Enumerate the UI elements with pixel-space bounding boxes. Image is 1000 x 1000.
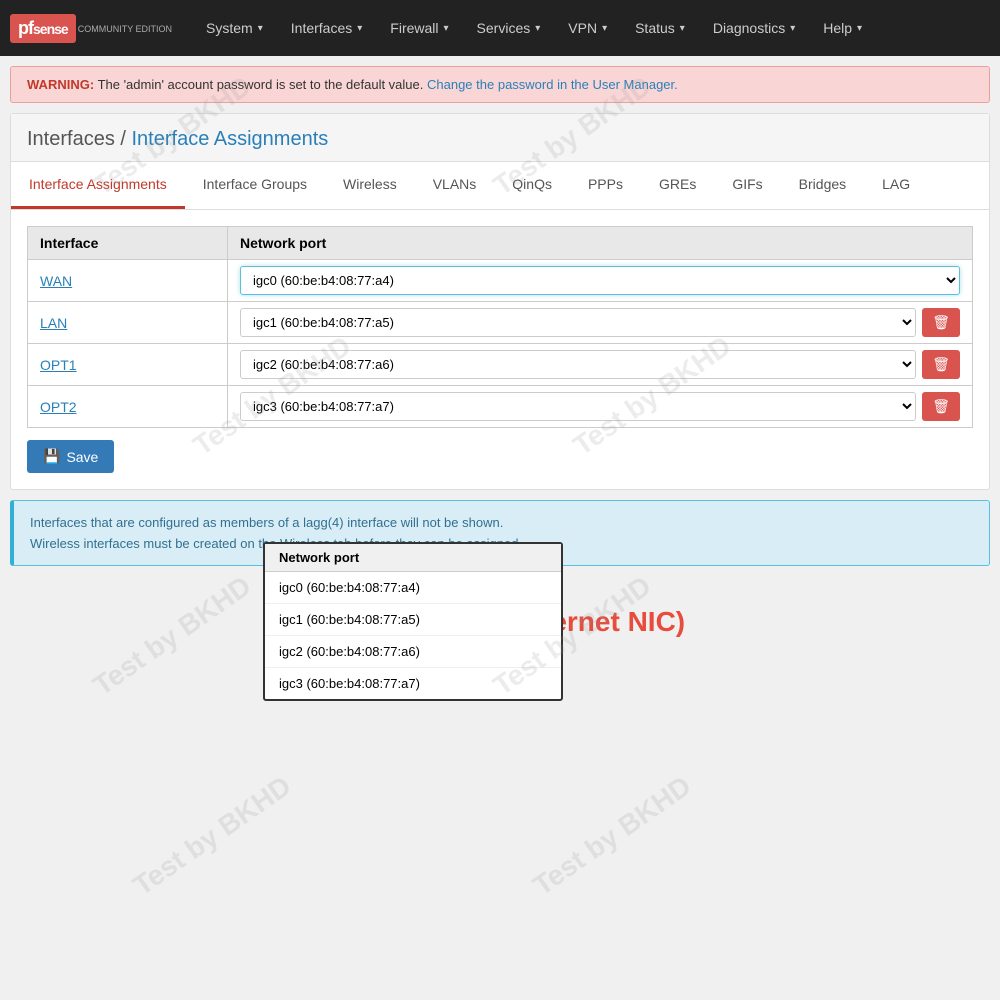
brand-sub: COMMUNITY EDITION: [78, 25, 172, 34]
table-area: Interface Network port WAN igc0 (60:be:b…: [11, 210, 989, 489]
tabs-area: Interface Assignments Interface Groups W…: [11, 162, 989, 210]
tab-gifs[interactable]: GIFs: [714, 162, 780, 209]
interface-wan-link[interactable]: WAN: [40, 273, 72, 289]
interface-opt2-link[interactable]: OPT2: [40, 399, 77, 415]
chevron-down-icon: ▾: [680, 23, 685, 34]
chevron-down-icon: ▾: [444, 23, 449, 34]
breadcrumb-separator: /: [115, 128, 132, 150]
table-row: WAN igc0 (60:be:b4:08:77:a4)igc1 (60:be:…: [28, 260, 973, 302]
opt1-port-cell: igc0 (60:be:b4:08:77:a4)igc1 (60:be:b4:0…: [240, 350, 960, 379]
dropdown-popup: Network port igc0 (60:be:b4:08:77:a4) ig…: [263, 542, 563, 701]
opt2-port-select[interactable]: igc0 (60:be:b4:08:77:a4)igc1 (60:be:b4:0…: [240, 392, 916, 421]
nav-services[interactable]: Services ▾: [463, 0, 555, 56]
lan-port-cell: igc0 (60:be:b4:08:77:a4)igc1 (60:be:b4:0…: [240, 308, 960, 337]
warning-bar: WARNING: The 'admin' account password is…: [10, 66, 990, 103]
opt1-port-select[interactable]: igc0 (60:be:b4:08:77:a4)igc1 (60:be:b4:0…: [240, 350, 916, 379]
dropdown-option-0[interactable]: igc0 (60:be:b4:08:77:a4): [265, 572, 561, 604]
tab-lag[interactable]: LAG: [864, 162, 928, 209]
wan-port-select[interactable]: igc0 (60:be:b4:08:77:a4)igc1 (60:be:b4:0…: [240, 266, 960, 295]
info-message-0: Interfaces that are configured as member…: [30, 515, 973, 530]
warning-text: The 'admin' account password is set to t…: [98, 77, 424, 92]
page-content: Interfaces / Interface Assignments Inter…: [10, 113, 990, 490]
interface-lan-link[interactable]: LAN: [40, 315, 67, 331]
nav-interfaces[interactable]: Interfaces ▾: [277, 0, 377, 56]
dropdown-popup-title: Network port: [265, 544, 561, 572]
tab-wireless[interactable]: Wireless: [325, 162, 415, 209]
save-icon: 💾: [43, 448, 60, 465]
interfaces-table: Interface Network port WAN igc0 (60:be:b…: [27, 226, 973, 428]
tab-ppps[interactable]: PPPs: [570, 162, 641, 209]
opt2-port-cell: igc0 (60:be:b4:08:77:a4)igc1 (60:be:b4:0…: [240, 392, 960, 421]
tab-bridges[interactable]: Bridges: [781, 162, 864, 209]
navbar: pfsense COMMUNITY EDITION System ▾ Inter…: [0, 0, 1000, 56]
tab-interface-groups[interactable]: Interface Groups: [185, 162, 325, 209]
chevron-down-icon: ▾: [258, 23, 263, 34]
dropdown-option-1[interactable]: igc1 (60:be:b4:08:77:a5): [265, 604, 561, 636]
pfsense-logo: pfsense: [10, 14, 76, 43]
nav-firewall[interactable]: Firewall ▾: [376, 0, 462, 56]
chevron-down-icon: ▾: [857, 23, 862, 34]
lan-port-select[interactable]: igc0 (60:be:b4:08:77:a4)igc1 (60:be:b4:0…: [240, 308, 916, 337]
warning-link[interactable]: Change the password in the User Manager.: [427, 77, 678, 92]
chevron-down-icon: ▾: [790, 23, 795, 34]
wan-port-cell: igc0 (60:be:b4:08:77:a4)igc1 (60:be:b4:0…: [240, 266, 960, 295]
pf-icon: pf: [18, 18, 33, 38]
dropdown-option-3[interactable]: igc3 (60:be:b4:08:77:a7): [265, 668, 561, 699]
lan-delete-button[interactable]: 🗑: [922, 308, 960, 337]
tab-vlans[interactable]: VLANs: [415, 162, 495, 209]
chevron-down-icon: ▾: [602, 23, 607, 34]
breadcrumb: Interfaces / Interface Assignments: [27, 128, 973, 161]
tab-gres[interactable]: GREs: [641, 162, 714, 209]
brand: pfsense COMMUNITY EDITION: [10, 14, 172, 43]
nav-help[interactable]: Help ▾: [809, 0, 876, 56]
nav-system[interactable]: System ▾: [192, 0, 277, 56]
save-label: Save: [66, 449, 98, 465]
save-button[interactable]: 💾 Save: [27, 440, 114, 473]
col-interface: Interface: [28, 227, 228, 260]
interface-opt1-link[interactable]: OPT1: [40, 357, 77, 373]
col-network-port: Network port: [228, 227, 973, 260]
nav-vpn[interactable]: VPN ▾: [554, 0, 621, 56]
dropdown-option-2[interactable]: igc2 (60:be:b4:08:77:a6): [265, 636, 561, 668]
breadcrumb-area: Interfaces / Interface Assignments: [11, 114, 989, 162]
table-row: OPT1 igc0 (60:be:b4:08:77:a4)igc1 (60:be…: [28, 344, 973, 386]
breadcrumb-current[interactable]: Interface Assignments: [132, 128, 329, 150]
tab-interface-assignments[interactable]: Interface Assignments: [11, 162, 185, 209]
tab-qinqs[interactable]: QinQs: [494, 162, 570, 209]
nav-status[interactable]: Status ▾: [621, 0, 699, 56]
breadcrumb-parent: Interfaces: [27, 128, 115, 150]
warning-prefix: WARNING:: [27, 77, 94, 92]
table-row: OPT2 igc0 (60:be:b4:08:77:a4)igc1 (60:be…: [28, 386, 973, 428]
chevron-down-icon: ▾: [357, 23, 362, 34]
opt1-delete-button[interactable]: 🗑: [922, 350, 960, 379]
opt2-delete-button[interactable]: 🗑: [922, 392, 960, 421]
chevron-down-icon: ▾: [535, 23, 540, 34]
nav-diagnostics[interactable]: Diagnostics ▾: [699, 0, 809, 56]
table-row: LAN igc0 (60:be:b4:08:77:a4)igc1 (60:be:…: [28, 302, 973, 344]
